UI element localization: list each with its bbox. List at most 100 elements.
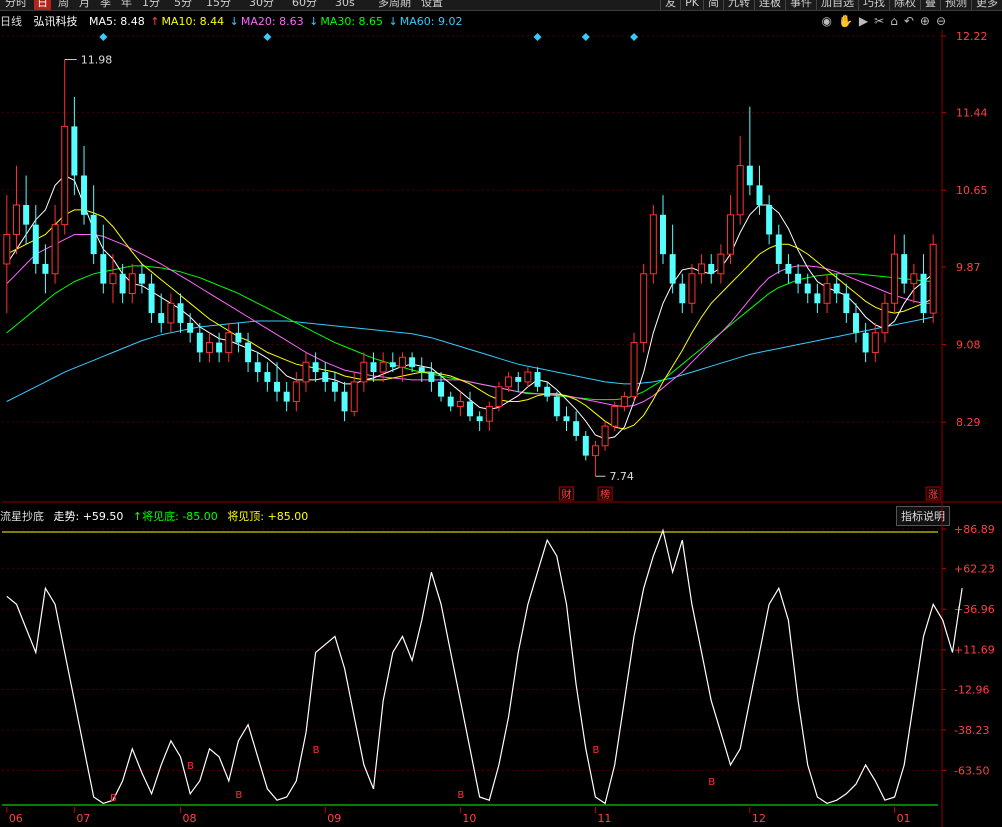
candle-body	[274, 381, 281, 392]
candle-body	[100, 254, 107, 284]
event-diamond	[533, 33, 542, 41]
high-label: 11.98	[81, 54, 113, 67]
candle-body	[669, 254, 676, 284]
price-tick-label: 10.65	[956, 184, 988, 197]
candle-body	[862, 332, 869, 353]
candle-body	[196, 332, 203, 353]
candle-body	[71, 126, 78, 176]
time-label: 08	[183, 812, 197, 825]
candle-body	[611, 405, 619, 427]
candle-body	[766, 204, 773, 235]
indicator-tick-label: -38.23	[954, 724, 989, 737]
candle-body	[563, 416, 570, 422]
candle-body	[891, 253, 899, 304]
candle-body	[534, 372, 541, 387]
time-label: 06	[9, 812, 23, 825]
candle-body	[245, 342, 252, 363]
time-label: 12	[752, 812, 766, 825]
candle-body	[467, 401, 473, 417]
candle-body	[785, 263, 792, 274]
candle-body	[736, 165, 744, 216]
event-diamond	[99, 33, 108, 41]
time-label: 07	[76, 812, 90, 825]
candle-body	[322, 372, 329, 382]
candle-body	[679, 283, 686, 304]
candle-body	[283, 391, 290, 402]
indicator-tick-label: +11.69	[954, 644, 995, 657]
candle-body	[360, 361, 368, 383]
price-tick-label: 12.22	[956, 30, 988, 43]
time-label: 01	[897, 812, 911, 825]
buy-signal-marker: B	[110, 793, 117, 804]
news-marker: 涨	[928, 489, 938, 501]
time-label: 11	[597, 812, 611, 825]
candle-body	[428, 372, 435, 382]
candle-body	[225, 332, 233, 353]
candle-body	[573, 421, 580, 436]
candle-body	[205, 342, 213, 353]
news-marker: 财	[561, 488, 571, 501]
candle-body	[61, 125, 69, 226]
candle-body	[350, 381, 358, 412]
candle-body	[775, 234, 782, 264]
candle-body	[81, 175, 88, 215]
candle-body	[456, 401, 464, 407]
indicator-tick-label: +86.89	[954, 523, 995, 536]
candle-body	[42, 263, 49, 274]
candle-body	[216, 342, 223, 353]
candle-body	[119, 273, 126, 294]
chart-canvas[interactable]: 12.22 11.44 10.65 9.87 9.08 8.29 11.98 7.74 财 榜 涨 +…	[0, 0, 1002, 827]
candle-body	[138, 273, 145, 284]
low-label: 7.74	[609, 470, 634, 483]
candle-body	[331, 381, 338, 392]
candle-body	[495, 386, 503, 407]
candle-body	[901, 254, 908, 284]
candle-body	[814, 293, 821, 304]
ma60-line	[6, 316, 934, 402]
buy-signal-marker: B	[457, 790, 464, 801]
candle-body	[12, 204, 20, 235]
candle-body	[167, 302, 175, 324]
buy-signal-marker: B	[708, 777, 715, 788]
buy-signal-marker: B	[235, 790, 242, 801]
candle-body	[341, 391, 348, 412]
indicator-tick-label: -63.50	[954, 764, 989, 777]
candle-body	[418, 367, 425, 373]
candle-body	[109, 273, 117, 285]
candle-body	[90, 214, 97, 255]
buy-signal-marker: B	[313, 745, 320, 756]
candle-body	[51, 224, 59, 275]
time-label: 10	[462, 812, 476, 825]
ma20-line	[6, 234, 934, 408]
indicator-line	[6, 528, 963, 805]
event-diamond	[630, 33, 639, 41]
candle-body	[148, 283, 155, 314]
candle-body	[398, 356, 406, 368]
candle-body	[389, 362, 396, 368]
candle-body	[852, 313, 859, 333]
candle-body	[881, 302, 889, 334]
ma30-line	[6, 265, 934, 401]
candle-body	[447, 396, 454, 407]
candle-body	[833, 283, 840, 294]
news-marker: 榜	[600, 488, 610, 501]
candle-body	[746, 165, 753, 186]
price-tick-label: 9.08	[956, 339, 981, 352]
candle-body	[708, 263, 715, 274]
buy-signal-marker: B	[187, 761, 194, 772]
candle-body	[187, 322, 194, 333]
candle-body	[515, 376, 522, 382]
candle-body	[438, 381, 445, 397]
candle-body	[476, 416, 483, 422]
candle-body	[823, 283, 831, 304]
candle-body	[544, 386, 551, 397]
candle-body	[871, 332, 879, 353]
candle-body	[23, 204, 30, 225]
candle-body	[910, 273, 918, 285]
candle-body	[698, 263, 706, 275]
price-tick-label: 9.87	[956, 261, 981, 274]
indicator-tick-label: -12.96	[954, 683, 989, 696]
candle-body	[929, 243, 937, 314]
candle-body	[3, 233, 11, 265]
candle-body	[804, 283, 811, 294]
